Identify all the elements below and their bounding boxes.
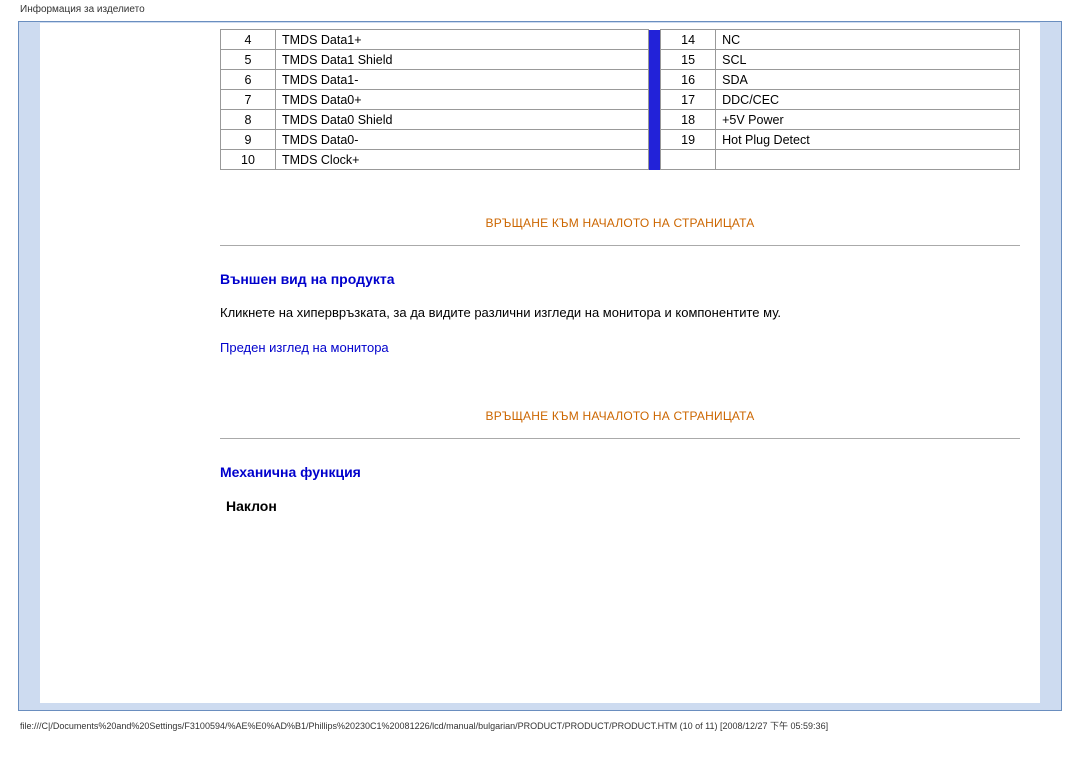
page-frame: 4 TMDS Data1+ 14 NC 5 TMDS Data1 Shield … xyxy=(18,21,1062,711)
table-row: 7 TMDS Data0+ 17 DDC/CEC xyxy=(221,90,1020,110)
back-to-top-block: ВРЪЩАНЕ КЪМ НАЧАЛОТО НА СТРАНИЦАТА xyxy=(220,408,1020,423)
tilt-label: Наклон xyxy=(226,498,1020,514)
section-divider xyxy=(220,438,1020,439)
front-view-link[interactable]: Преден изглед на монитора xyxy=(220,340,389,355)
pin-number: 19 xyxy=(661,130,716,150)
right-margin xyxy=(1040,23,1060,703)
pin-desc: TMDS Data0 Shield xyxy=(276,110,649,130)
left-margin xyxy=(20,23,40,703)
section-divider xyxy=(220,245,1020,246)
pin-desc: DDC/CEC xyxy=(716,90,1020,110)
table-row: 9 TMDS Data0- 19 Hot Plug Detect xyxy=(221,130,1020,150)
pin-number: 5 xyxy=(221,50,276,70)
pin-desc: NC xyxy=(716,30,1020,50)
pin-empty xyxy=(716,150,1020,170)
pin-number: 14 xyxy=(661,30,716,50)
pin-number: 18 xyxy=(661,110,716,130)
pin-desc: TMDS Data0- xyxy=(276,130,649,150)
pin-number: 7 xyxy=(221,90,276,110)
pin-number: 17 xyxy=(661,90,716,110)
pin-desc: TMDS Data0+ xyxy=(276,90,649,110)
pin-desc: +5V Power xyxy=(716,110,1020,130)
back-to-top-link[interactable]: ВРЪЩАНЕ КЪМ НАЧАЛОТО НА СТРАНИЦАТА xyxy=(485,216,754,230)
sidebar-spacer xyxy=(40,23,220,703)
page-footer-path: file:///C|/Documents%20and%20Settings/F3… xyxy=(0,717,1080,738)
back-to-top-link[interactable]: ВРЪЩАНЕ КЪМ НАЧАЛОТО НА СТРАНИЦАТА xyxy=(485,409,754,423)
pin-desc: SDA xyxy=(716,70,1020,90)
pin-number: 9 xyxy=(221,130,276,150)
pin-number: 10 xyxy=(221,150,276,170)
pin-desc: TMDS Data1- xyxy=(276,70,649,90)
pin-number: 4 xyxy=(221,30,276,50)
table-row: 6 TMDS Data1- 16 SDA xyxy=(221,70,1020,90)
pin-desc: Hot Plug Detect xyxy=(716,130,1020,150)
pin-number: 8 xyxy=(221,110,276,130)
appearance-heading: Външен вид на продукта xyxy=(220,271,1020,287)
back-to-top-block: ВРЪЩАНЕ КЪМ НАЧАЛОТО НА СТРАНИЦАТА xyxy=(220,215,1020,230)
pin-desc: TMDS Clock+ xyxy=(276,150,649,170)
pin-number: 15 xyxy=(661,50,716,70)
table-spacer xyxy=(649,30,661,170)
pin-desc: TMDS Data1+ xyxy=(276,30,649,50)
pin-empty xyxy=(661,150,716,170)
mechanical-heading: Механична функция xyxy=(220,464,1020,480)
table-row: 8 TMDS Data0 Shield 18 +5V Power xyxy=(221,110,1020,130)
pin-assignment-table: 4 TMDS Data1+ 14 NC 5 TMDS Data1 Shield … xyxy=(220,29,1020,170)
page-path-header: Информация за изделието xyxy=(0,0,1080,19)
table-row: 4 TMDS Data1+ 14 NC xyxy=(221,30,1020,50)
pin-desc: TMDS Data1 Shield xyxy=(276,50,649,70)
pin-desc: SCL xyxy=(716,50,1020,70)
table-row: 5 TMDS Data1 Shield 15 SCL xyxy=(221,50,1020,70)
pin-number: 16 xyxy=(661,70,716,90)
main-content: 4 TMDS Data1+ 14 NC 5 TMDS Data1 Shield … xyxy=(220,23,1040,703)
pin-number: 6 xyxy=(221,70,276,90)
appearance-description: Кликнете на хипервръзката, за да видите … xyxy=(220,305,1020,320)
table-row: 10 TMDS Clock+ xyxy=(221,150,1020,170)
